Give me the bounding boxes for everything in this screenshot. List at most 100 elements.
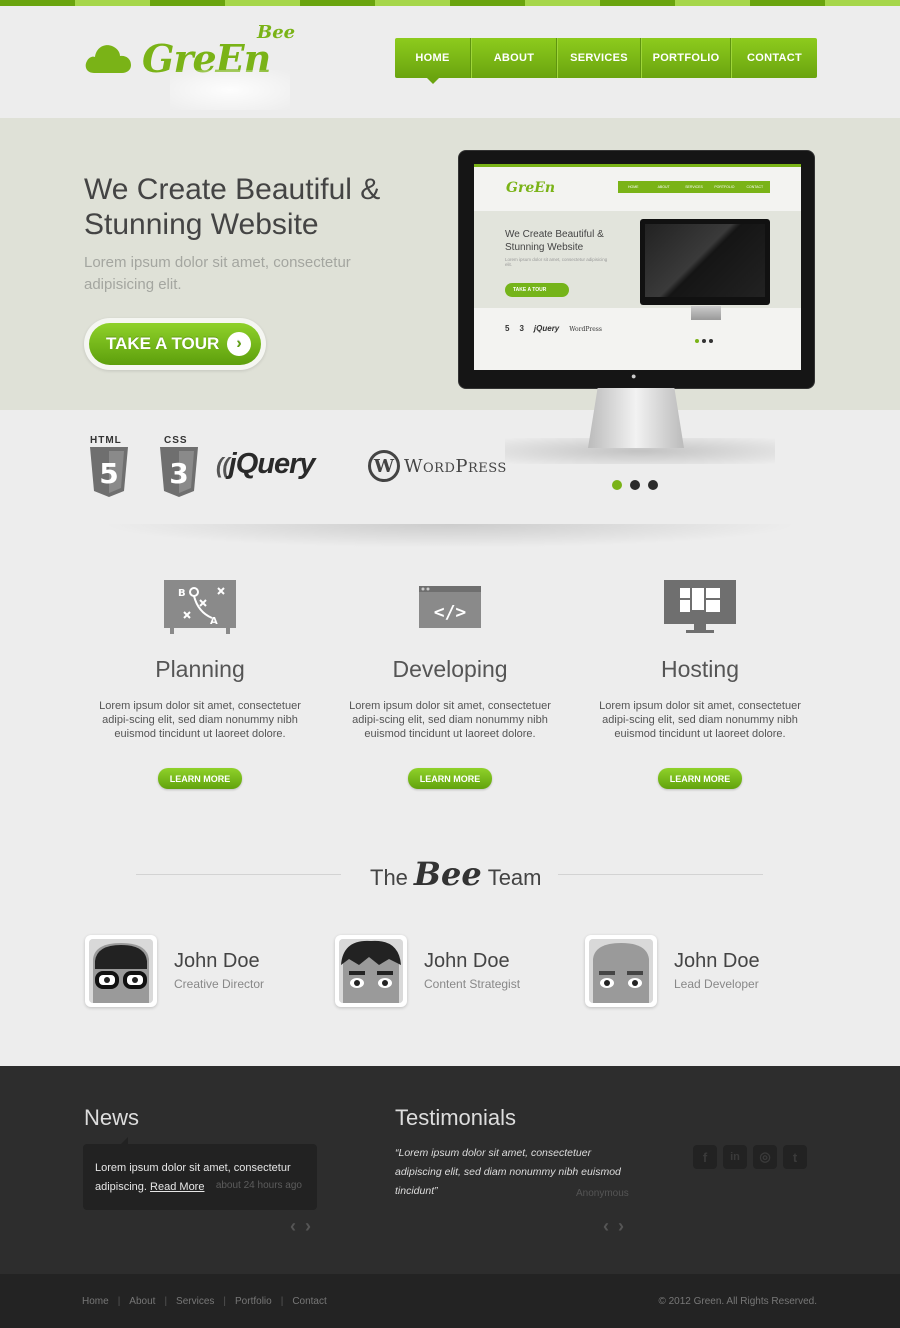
twitter-icon[interactable]: t <box>783 1145 807 1169</box>
footer-separator: | <box>164 1296 168 1307</box>
team-divider-left <box>136 874 341 875</box>
footer-nav: Home | About | Services | Portfolio | Co… <box>82 1296 327 1307</box>
slider-dot[interactable] <box>648 480 658 490</box>
preview-monitor-stand <box>691 306 721 320</box>
slider-dots <box>612 480 658 490</box>
wordpress-text: WordPress <box>404 455 507 477</box>
monitor-screen: GreEn HOME ABOUT SERVICES PORTFOLIO CONT… <box>474 164 801 370</box>
preview-button: TAKE A TOUR <box>505 283 569 297</box>
nav-about[interactable]: ABOUT <box>471 38 557 78</box>
member-role: Lead Developer <box>674 977 759 991</box>
avatar[interactable] <box>85 935 157 1007</box>
html5-label: HTML <box>90 435 122 446</box>
css3-digit: 3 <box>169 457 188 490</box>
avatar[interactable] <box>335 935 407 1007</box>
footer-link-about[interactable]: About <box>129 1296 155 1307</box>
preview-wordpress-logo: WordPress <box>569 326 602 333</box>
slider-dot[interactable] <box>612 480 622 490</box>
testimonial-author: Anonymous <box>576 1188 629 1199</box>
preview-dots <box>695 339 713 343</box>
service-title: Hosting <box>661 656 739 682</box>
svg-text:</>: </> <box>434 602 467 623</box>
testimonial-pager-arrows[interactable]: ‹ › <box>603 1216 626 1237</box>
facebook-icon[interactable]: f <box>693 1145 717 1169</box>
service-description: Lorem ipsum dolor sit amet, consectetuer… <box>599 700 801 740</box>
cloud-icon <box>85 45 131 73</box>
take-a-tour-button[interactable]: TAKE A TOUR › <box>89 323 261 365</box>
nav-services[interactable]: SERVICES <box>557 38 641 78</box>
top-stripe <box>0 0 900 6</box>
news-item: Lorem ipsum dolor sit amet, consectetur … <box>83 1137 317 1210</box>
preview-nav-item: PORTFOLIO <box>714 185 735 189</box>
preview-logo: GreEn <box>506 180 556 196</box>
nav-contact[interactable]: CONTACT <box>731 38 817 78</box>
preview-jquery-logo: jQuery <box>533 324 560 333</box>
team-heading: The Bee Team <box>370 855 542 893</box>
slider-dot[interactable] <box>630 480 640 490</box>
dribbble-icon[interactable]: ◎ <box>753 1145 777 1169</box>
team-heading-pre: The <box>370 865 408 890</box>
monitor-mockup: GreEn HOME ABOUT SERVICES PORTFOLIO CONT… <box>458 150 815 389</box>
glasses-avatar-icon <box>89 939 153 1003</box>
preview-title: We Create Beautiful & Stunning Website <box>505 229 604 253</box>
jquery-logo: ((jQuery <box>216 448 316 481</box>
service-planning: B A Planning Lorem ipsum dolor sit amet,… <box>85 578 315 789</box>
section-divider <box>100 524 800 548</box>
team-member: John Doe Creative Director <box>85 935 305 1007</box>
preview-nav-item: CONTACT <box>746 185 764 189</box>
member-role: Content Strategist <box>424 977 521 991</box>
html5-digit: 5 <box>99 457 118 490</box>
monitor-layout-icon <box>664 580 736 633</box>
wordpress-logo: W WordPress <box>368 450 507 482</box>
learn-more-button[interactable]: LEARN MORE <box>408 768 492 789</box>
service-title: Developing <box>392 656 508 682</box>
footer-separator: | <box>223 1296 227 1307</box>
member-name: John Doe <box>674 950 760 972</box>
preview-html5-logo: 5 <box>505 324 510 333</box>
tour-button-label: TAKE A TOUR <box>106 334 220 353</box>
learn-more-button[interactable]: LEARN MORE <box>658 768 742 789</box>
footer-link-home[interactable]: Home <box>82 1296 109 1307</box>
tour-button-wrap: TAKE A TOUR › <box>84 318 266 370</box>
main-nav: HOME ABOUT SERVICES PORTFOLIO CONTACT <box>395 38 817 84</box>
team-member: John Doe Lead Developer <box>585 935 805 1007</box>
jquery-text: jQuery <box>228 448 316 480</box>
preview-nav-item: HOME <box>627 185 639 189</box>
testimonials-heading: Testimonials <box>395 1105 517 1130</box>
footer-link-contact[interactable]: Contact <box>292 1296 326 1307</box>
news-timestamp: about 24 hours ago <box>215 1180 302 1191</box>
bald-avatar-icon <box>589 939 653 1003</box>
nav-portfolio[interactable]: PORTFOLIO <box>641 38 731 78</box>
team-member: John Doe Content Strategist <box>335 935 555 1007</box>
service-title: Planning <box>155 656 245 682</box>
hero-subtitle: Lorem ipsum dolor sit amet, consectetur … <box>84 254 351 293</box>
html5-shield-icon: 5 <box>90 447 128 497</box>
monitor-stand <box>588 388 684 448</box>
read-more-link[interactable]: Read More <box>150 1181 204 1193</box>
svg-text:B: B <box>178 588 186 599</box>
avatar[interactable] <box>585 935 657 1007</box>
code-window-icon: </> <box>419 586 481 628</box>
css3-shield-icon: 3 <box>160 447 198 497</box>
preview-nav: HOME ABOUT SERVICES PORTFOLIO CONTACT <box>618 181 770 193</box>
footer-link-portfolio[interactable]: Portfolio <box>235 1296 272 1307</box>
strategy-board-icon: B A <box>164 580 236 634</box>
preview-logos: 5 3 jQuery WordPress <box>505 324 602 333</box>
preview-subtitle: Lorem ipsum dolor sit amet, consectetur … <box>505 257 608 267</box>
team-heading-bee: Bee <box>413 855 482 893</box>
team-heading-post: Team <box>487 865 542 890</box>
preview-nav-item: SERVICES <box>685 185 703 189</box>
jquery-swirl-icon: (( <box>216 453 230 478</box>
member-name: John Doe <box>424 950 510 972</box>
footer-link-services[interactable]: Services <box>176 1296 214 1307</box>
member-name: John Doe <box>174 950 260 972</box>
service-hosting: Hosting Lorem ipsum dolor sit amet, cons… <box>585 578 815 789</box>
learn-more-button[interactable]: LEARN MORE <box>158 768 242 789</box>
footer-separator: | <box>117 1296 121 1307</box>
nav-home[interactable]: HOME <box>395 38 471 84</box>
preview-nav-item: ABOUT <box>657 185 670 189</box>
team-divider-right <box>558 874 763 875</box>
news-pager-arrows[interactable]: ‹ › <box>290 1216 313 1237</box>
linkedin-icon[interactable]: in <box>723 1145 747 1169</box>
service-description: Lorem ipsum dolor sit amet, consectetuer… <box>99 700 301 740</box>
